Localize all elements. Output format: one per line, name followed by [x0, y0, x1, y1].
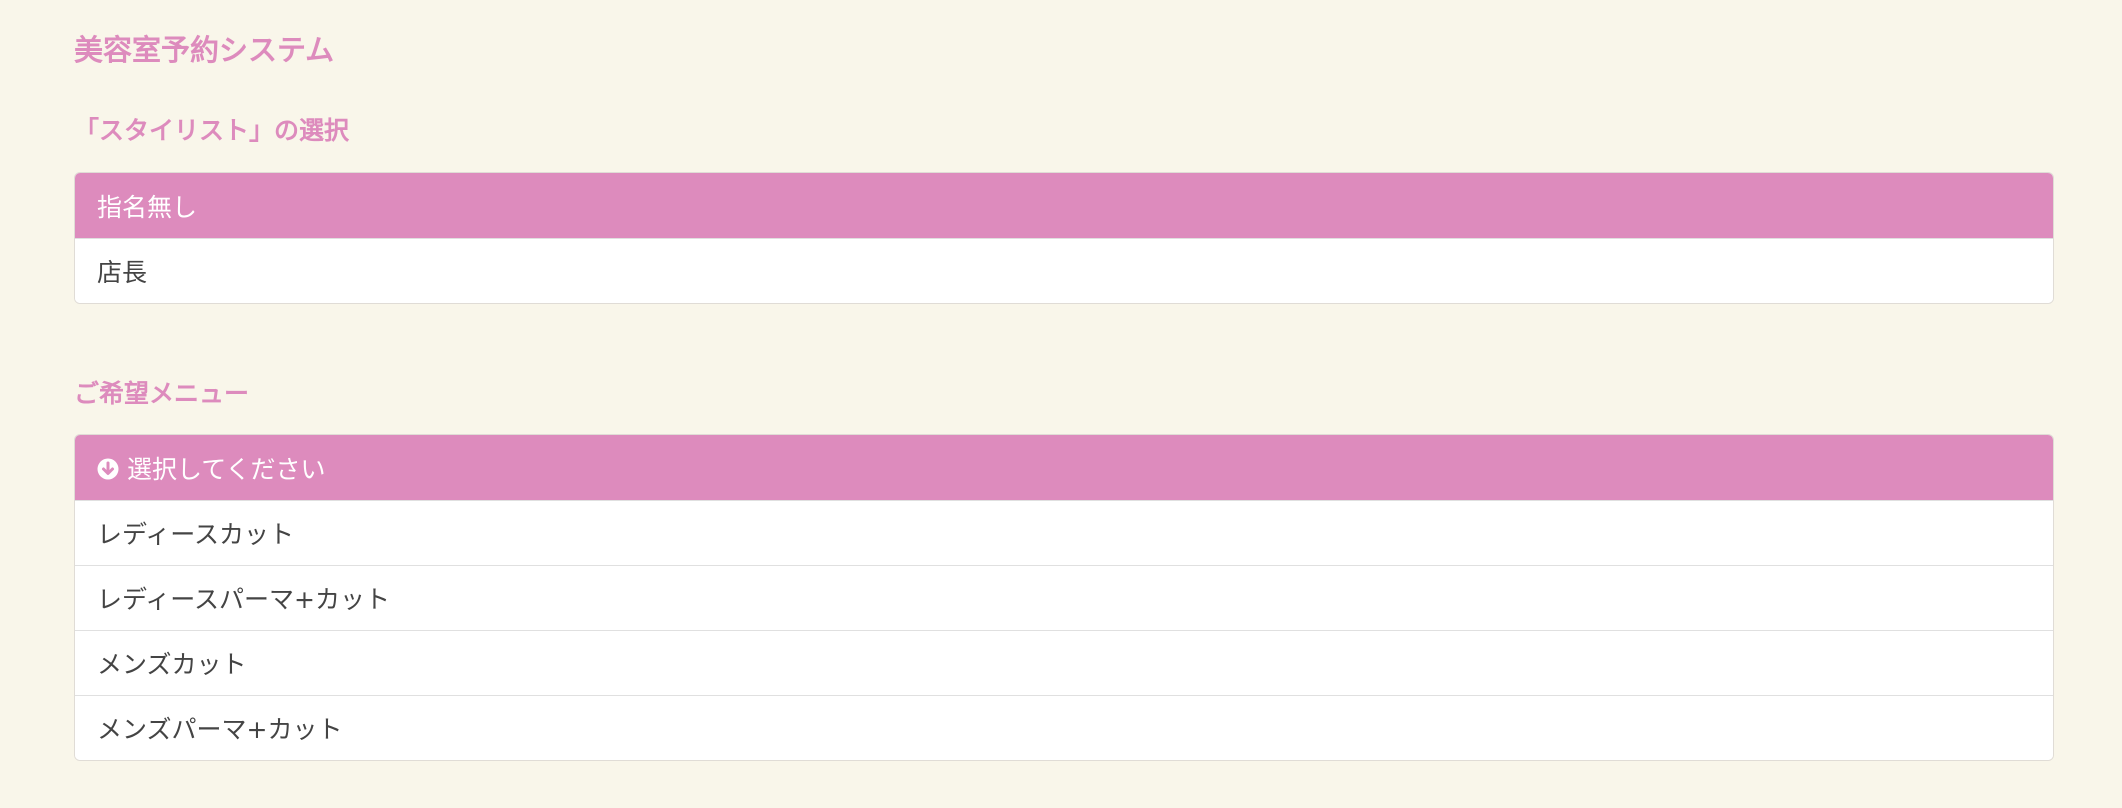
menu-item-ladies-cut[interactable]: レディースカット	[75, 500, 2053, 565]
menu-item-ladies-perm-cut[interactable]: レディースパーマ+カット	[75, 565, 2053, 630]
menu-item-mens-perm-cut[interactable]: メンズパーマ+カット	[75, 695, 2053, 760]
menu-select-header[interactable]: 選択してください	[75, 435, 2053, 500]
menu-section-title: ご希望メニュー	[74, 379, 250, 408]
stylist-section-title: 「スタイリスト」の選択	[74, 116, 350, 145]
stylist-item-label: 指名無し	[97, 192, 198, 222]
menu-item-label: レディースカット	[97, 520, 295, 549]
stylist-list: 指名無し 店長	[74, 172, 2054, 304]
app-title: 美容室予約システム	[74, 33, 335, 67]
stylist-item-label: 店長	[97, 258, 148, 287]
stylist-item-no-preference[interactable]: 指名無し	[75, 173, 2053, 238]
stylist-item-manager[interactable]: 店長	[75, 238, 2053, 303]
menu-item-label: レディースパーマ+カット	[97, 585, 390, 614]
arrow-down-circle-icon	[97, 457, 119, 479]
menu-item-label: メンズパーマ+カット	[97, 715, 343, 744]
menu-item-label: メンズカット	[97, 650, 247, 679]
menu-select-header-label: 選択してください	[127, 454, 326, 484]
menu-item-mens-cut[interactable]: メンズカット	[75, 630, 2053, 695]
menu-list: 選択してください レディースカット レディースパーマ+カット メンズカット メン…	[74, 434, 2054, 761]
